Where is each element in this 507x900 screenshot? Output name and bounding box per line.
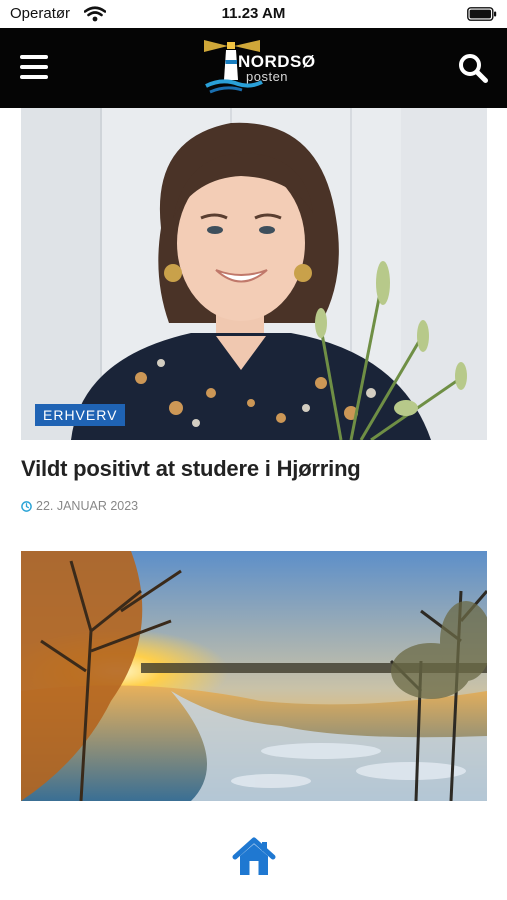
category-badge[interactable]: ERHVERV: [35, 404, 126, 426]
sunset-landscape-photo: [21, 551, 487, 801]
article-title[interactable]: Vildt positivt at studere i Hjørring: [21, 456, 487, 482]
home-icon[interactable]: [231, 836, 277, 878]
article-meta: 22. JANUAR 2023: [21, 499, 487, 513]
article-image[interactable]: [21, 551, 487, 801]
hamburger-menu-icon: [20, 55, 48, 59]
status-bar: Operatør 11.23 AM: [0, 0, 507, 28]
article-card[interactable]: ERHVERV Vildt positivt at studere i Hjør…: [21, 108, 487, 513]
menu-button[interactable]: [20, 55, 48, 79]
article-card[interactable]: [21, 551, 487, 801]
article-image[interactable]: ERHVERV: [21, 108, 487, 440]
article-date: 22. JANUAR 2023: [36, 499, 139, 513]
clock-icon: [21, 500, 32, 512]
search-icon[interactable]: [457, 52, 489, 84]
portrait-photo: [21, 108, 487, 440]
battery-icon: [467, 7, 497, 21]
bottom-navigation: [0, 822, 507, 900]
status-time: 11.23 AM: [221, 5, 286, 22]
app-header: NORDSØ posten: [0, 28, 507, 108]
site-logo[interactable]: NORDSØ posten: [200, 38, 315, 98]
logo-subtitle: posten: [246, 69, 289, 84]
